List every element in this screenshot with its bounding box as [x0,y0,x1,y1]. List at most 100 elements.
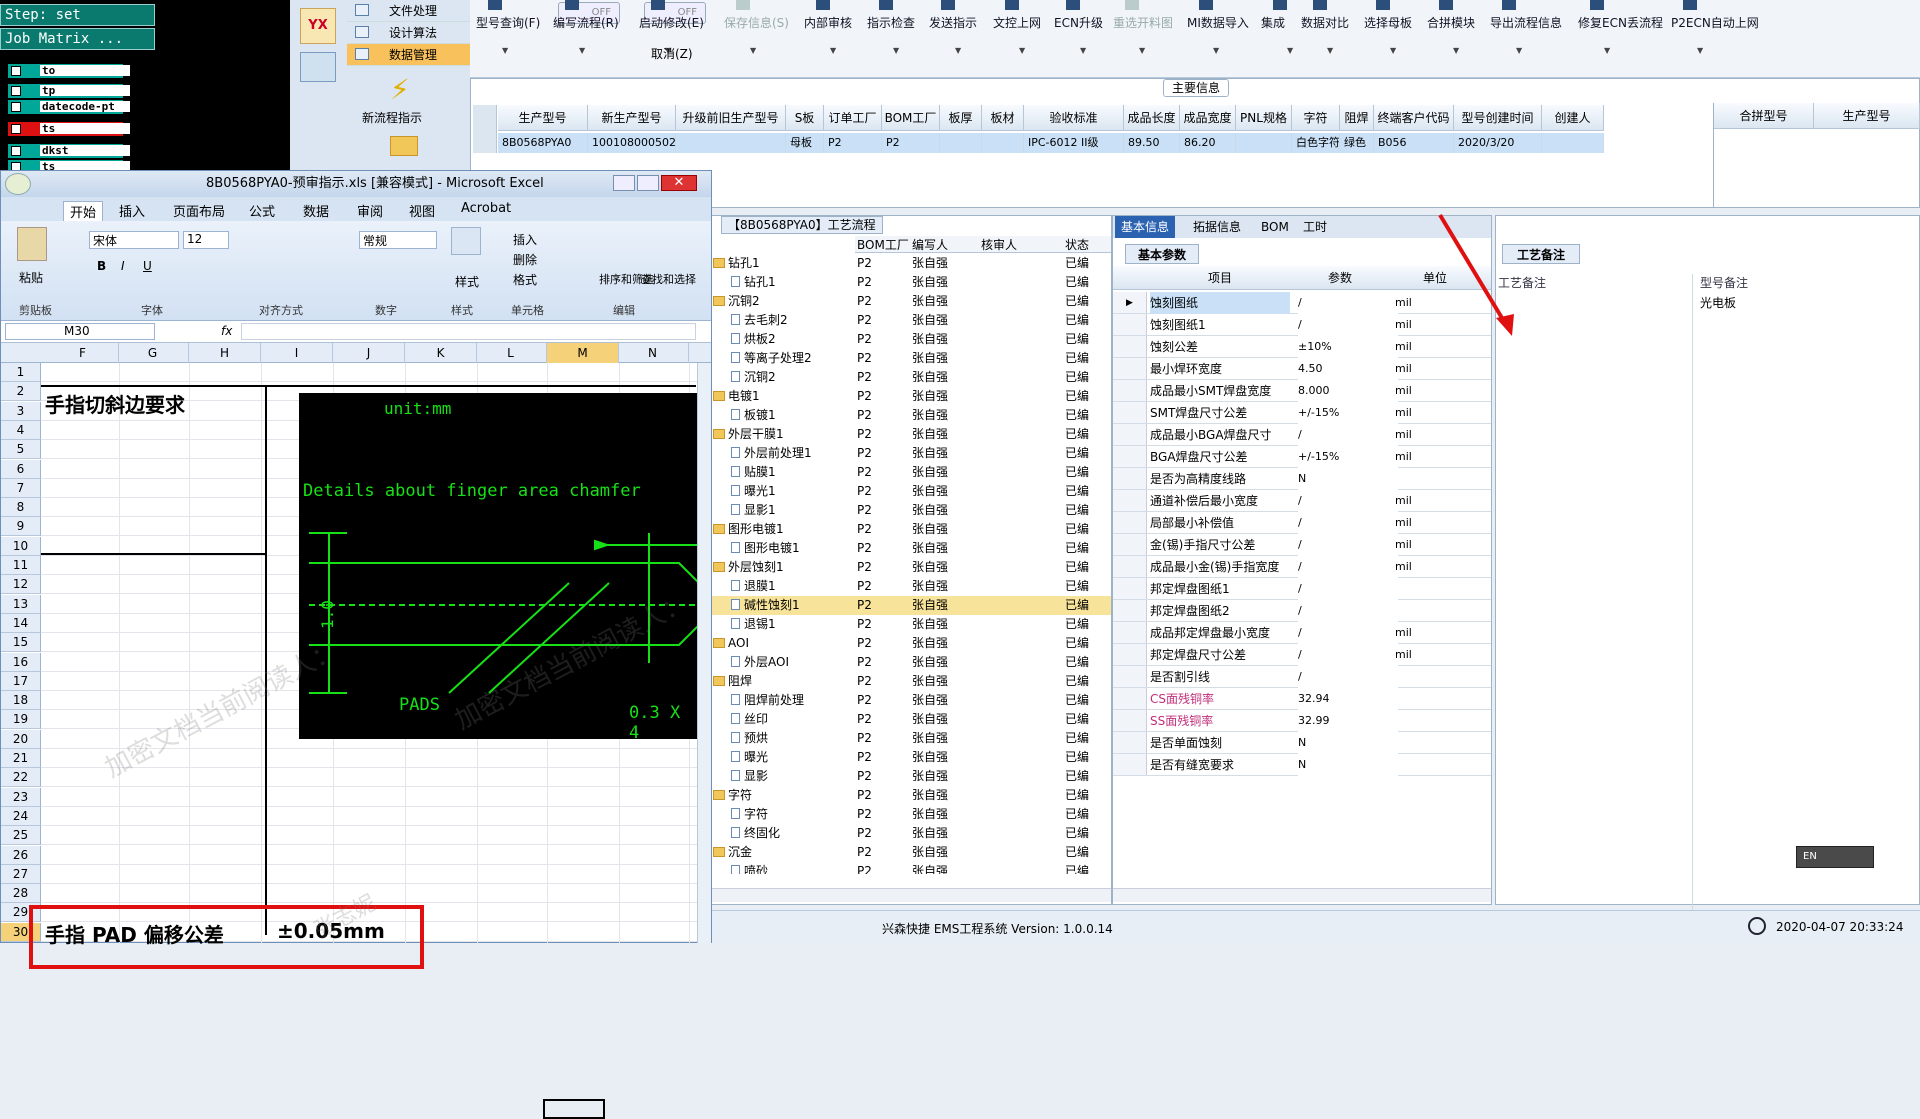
toolbar-button[interactable]: 启动修改(E) [639,14,704,31]
main-info-header[interactable]: BOM工厂 [882,105,940,131]
main-info-header[interactable]: 板厚 [940,105,982,131]
column-header[interactable]: N [617,343,689,363]
param-row[interactable]: 局部最小补偿值 / mil [1113,512,1491,534]
chevron-down-icon[interactable]: ▼ [1139,46,1145,55]
row-header[interactable]: 12 [1,575,41,595]
param-value[interactable]: N [1298,732,1398,754]
param-value[interactable]: / [1298,556,1398,578]
column-header[interactable]: K [405,343,477,363]
row-selector[interactable] [1113,380,1147,401]
main-info-cell[interactable] [1542,133,1604,153]
name-box[interactable]: M30 [5,323,155,340]
row-header[interactable]: 28 [1,884,41,904]
row-selector[interactable]: ▶ [1113,292,1147,313]
layer-checkbox[interactable] [11,102,21,112]
main-info-cell[interactable]: 白色字符 [1292,133,1340,153]
toolbar-button[interactable]: 导出流程信息 [1490,14,1562,31]
row-selector[interactable] [1113,754,1147,775]
row-selector[interactable] [1113,490,1147,511]
tab-bom[interactable]: BOM [1261,216,1289,238]
merge-model-header[interactable]: 合拼型号 [1714,103,1814,129]
layer-checkbox[interactable] [11,86,21,96]
delete-button[interactable]: 删除 [513,251,537,268]
chevron-down-icon[interactable]: ▼ [579,46,585,55]
toolbar-button[interactable]: 重选开料图 [1113,14,1173,31]
row-header[interactable]: 7 [1,478,41,498]
tree-row[interactable]: 字符 P2 张自强 已编 [701,805,1111,824]
main-info-header[interactable]: S板 [786,105,824,131]
underline-button[interactable]: U [143,259,152,273]
tree-row[interactable]: 丝印 P2 张自强 已编 [701,710,1111,729]
tab-expand-info[interactable]: 拓据信息 [1193,216,1241,238]
row-header[interactable]: 23 [1,787,41,807]
tree-row[interactable]: 曝光 P2 张自强 已编 [701,748,1111,767]
new-flow-button[interactable]: 新流程指示 [362,109,422,126]
main-info-cell[interactable]: 绿色 [1340,133,1374,153]
param-row[interactable]: 邦定焊盘尺寸公差 / mil [1113,644,1491,666]
param-value[interactable]: 32.94 [1298,688,1398,710]
param-value[interactable]: ±10% [1298,336,1398,358]
toolbar-button[interactable]: 修复ECN丢流程 [1578,14,1663,31]
main-info-cell[interactable]: P2 [824,133,882,153]
tab-workhours[interactable]: 工时 [1303,216,1327,238]
param-value[interactable]: / [1298,490,1398,512]
minimize-button[interactable] [613,175,635,191]
main-info-cell[interactable]: 母板 [786,133,824,153]
nav-file-processing[interactable]: 文件处理 [347,0,470,22]
font-size-select[interactable]: 12 [183,231,229,249]
param-value[interactable]: / [1298,314,1398,336]
param-value[interactable]: / [1298,534,1398,556]
cancel-button[interactable]: 取消(Z) [651,45,693,62]
job-matrix-button[interactable]: Job Matrix ... [0,28,155,50]
chevron-down-icon[interactable]: ▼ [1516,46,1522,55]
close-button[interactable]: ✕ [661,175,697,191]
model-notes-value[interactable]: 光电板 [1700,294,1736,311]
subtab-basic-params[interactable]: 基本参数 [1125,244,1200,264]
find-select-button[interactable]: 查找和选择 [641,271,696,287]
style-icon[interactable] [451,227,481,255]
row-selector[interactable] [1113,556,1147,577]
row-selector[interactable] [1113,534,1147,555]
param-row[interactable]: 是否有缝宽要求 N [1113,754,1491,776]
toolbar-button[interactable]: 合拼模块 [1427,14,1475,31]
tree-row[interactable]: 外层干膜1 P2 张自强 已编 [701,425,1111,444]
tree-row[interactable]: 等离子处理2 P2 张自强 已编 [701,349,1111,368]
row-selector[interactable] [1113,402,1147,423]
excel-tab[interactable]: 页面布局 [173,201,225,220]
param-value[interactable]: 8.000 [1298,380,1398,402]
row-header[interactable]: 20 [1,729,41,749]
row-header[interactable]: 5 [1,440,41,460]
main-info-header[interactable]: 成品宽度 [1180,105,1236,131]
tree-row[interactable]: 钻孔1 P2 张自强 已编 [701,254,1111,273]
main-info-cell[interactable] [1236,133,1292,153]
row-header[interactable]: 11 [1,556,41,575]
main-info-header[interactable]: 成品长度 [1124,105,1180,131]
row-header[interactable]: 17 [1,671,41,691]
row-selector[interactable] [1113,732,1147,753]
row-header[interactable]: 16 [1,652,41,672]
fx-icon[interactable]: fx [221,324,232,338]
excel-vscrollbar[interactable] [697,363,711,943]
chevron-down-icon[interactable]: ▼ [502,46,508,55]
toolbar-button[interactable]: MI数据导入 [1187,14,1249,31]
main-info-header[interactable]: 阻焊 [1340,105,1374,131]
param-row[interactable]: 是否为高精度线路 N [1113,468,1491,490]
main-info-cell[interactable] [982,133,1024,153]
column-header[interactable]: I [261,343,333,363]
layer-checkbox[interactable] [11,124,21,134]
tree-row[interactable]: 退膜1 P2 张自强 已编 [701,577,1111,596]
layer-row[interactable]: to [8,64,130,78]
tree-row[interactable]: 碱性蚀刻1 P2 张自强 已编 [701,596,1111,615]
layer-row[interactable]: dkst [8,144,130,158]
main-info-header[interactable]: 型号创建时间 [1454,105,1542,131]
param-value[interactable]: / [1298,292,1398,314]
layer-row[interactable]: datecode-pt [8,100,130,114]
style-button[interactable]: 样式 [455,273,479,290]
chevron-down-icon[interactable]: ▼ [955,46,961,55]
param-row[interactable]: BGA焊盘尺寸公差 +/-15% mil [1113,446,1491,468]
chevron-down-icon[interactable]: ▼ [750,46,756,55]
layer-row[interactable]: ts [8,122,130,136]
tree-row[interactable]: 终固化 P2 张自强 已编 [701,824,1111,843]
row-selector[interactable] [1113,600,1147,621]
chevron-down-icon[interactable]: ▼ [1287,46,1293,55]
